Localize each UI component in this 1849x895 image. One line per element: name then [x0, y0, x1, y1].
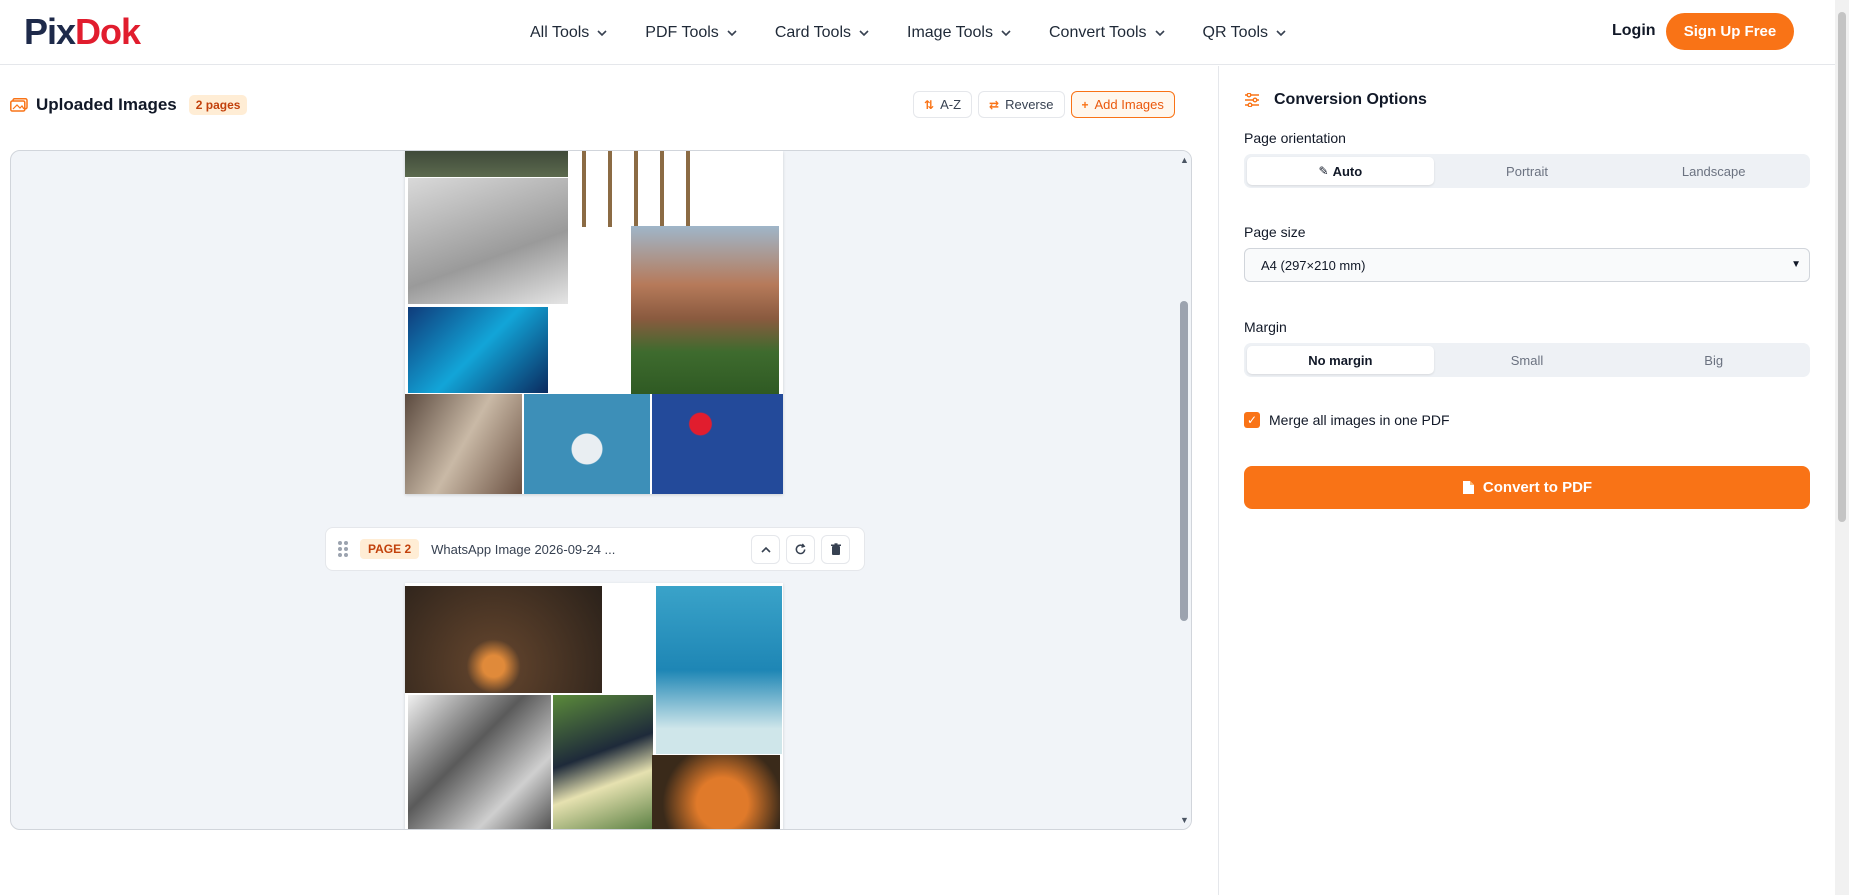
signup-button[interactable]: Sign Up Free: [1666, 13, 1794, 50]
sort-az-button[interactable]: ⇅ A-Z: [913, 91, 973, 118]
nav-card-tools[interactable]: Card Tools: [775, 24, 869, 42]
window-scrollbar[interactable]: [1835, 0, 1849, 895]
sort-icon: ⇅: [924, 97, 935, 112]
nav-label: Convert Tools: [1048, 23, 1147, 41]
logo[interactable]: Pix Dok: [24, 11, 141, 52]
photo-thumbnail: [408, 178, 568, 304]
nav-qr-tools[interactable]: QR Tools: [1203, 24, 1287, 42]
magic-wand-icon: ✎: [1318, 164, 1329, 178]
photo-thumbnail: [570, 151, 690, 227]
photo-thumbnail: [524, 394, 650, 494]
delete-button[interactable]: [821, 535, 850, 564]
images-toolbar: ⇅ A-Z ⇄ Reverse + Add Images: [913, 91, 1175, 118]
merge-option: ✓ Merge all images in one PDF: [1244, 412, 1450, 428]
rotate-button[interactable]: [786, 535, 815, 564]
page-1-sheet: [405, 151, 783, 494]
page-size-select[interactable]: A4 (297×210 mm) ▼: [1244, 248, 1810, 282]
page-orientation-label: Page orientation: [1244, 130, 1346, 146]
page-size-label: Page size: [1244, 224, 1306, 240]
chevron-down-icon: [859, 29, 869, 36]
pages-preview[interactable]: PAGE 2 WhatsApp Image 2026-09-24 ... ▲ ▼: [10, 150, 1192, 830]
page-2-header: PAGE 2 WhatsApp Image 2026-09-24 ...: [325, 527, 865, 571]
pages-count-badge: 2 pages: [188, 95, 248, 115]
page-number-tag: PAGE 2: [360, 539, 420, 559]
panel-title-text: Conversion Options: [1274, 91, 1427, 108]
chevron-down-icon: [597, 29, 607, 36]
rotate-icon: [795, 543, 806, 555]
top-header: Pix Dok All Tools PDF Tools Card Tools Im…: [0, 0, 1835, 65]
orientation-landscape[interactable]: Landscape: [1620, 157, 1807, 185]
add-images-button[interactable]: + Add Images: [1070, 91, 1175, 118]
preview-scrollbar[interactable]: ▲ ▼: [1177, 151, 1191, 829]
plus-icon: +: [1081, 97, 1089, 112]
chevron-down-icon: [1001, 29, 1011, 36]
orientation-segmented: ✎ Auto Portrait Landscape: [1244, 154, 1810, 188]
page-size-value: A4 (297×210 mm): [1261, 257, 1366, 273]
convert-label: Convert to PDF: [1482, 479, 1593, 496]
margin-label: Margin: [1244, 319, 1287, 335]
uploaded-images-title: Uploaded Images: [36, 95, 177, 114]
pdf-file-icon: [1462, 481, 1474, 494]
photo-thumbnail: [408, 695, 551, 829]
orientation-portrait[interactable]: Portrait: [1434, 157, 1621, 185]
photo-thumbnail: [405, 151, 568, 177]
convert-to-pdf-button[interactable]: Convert to PDF: [1244, 466, 1810, 509]
margin-none[interactable]: No margin: [1247, 346, 1434, 374]
photo-thumbnail: [652, 394, 783, 494]
images-icon: [10, 98, 28, 112]
window-scroll-thumb[interactable]: [1838, 12, 1846, 522]
nav-pdf-tools[interactable]: PDF Tools: [645, 24, 737, 42]
photo-thumbnail: [408, 307, 548, 393]
trash-icon: [830, 543, 841, 555]
reverse-label: Reverse: [1005, 97, 1054, 112]
option-label: Auto: [1332, 163, 1363, 179]
photo-thumbnail: [656, 586, 782, 754]
page-actions: [751, 535, 850, 564]
margin-small[interactable]: Small: [1434, 346, 1621, 374]
scroll-thumb[interactable]: [1180, 301, 1188, 621]
conversion-options-title: Conversion Options: [1244, 91, 1427, 109]
page-filename: WhatsApp Image 2026-09-24 ...: [431, 541, 616, 557]
chevron-down-icon: [727, 29, 737, 36]
chevron-down-icon: [1154, 29, 1165, 36]
reverse-button[interactable]: ⇄ Reverse: [978, 91, 1065, 118]
move-up-button[interactable]: [751, 535, 780, 564]
nav-label: Image Tools: [907, 23, 993, 41]
merge-checkbox[interactable]: ✓: [1244, 412, 1260, 428]
scroll-up-arrow-icon[interactable]: ▲: [1180, 155, 1189, 165]
nav-label: PDF Tools: [645, 23, 719, 41]
photo-thumbnail: [553, 695, 653, 829]
chevron-up-icon: [760, 546, 771, 553]
uploaded-images-header: Uploaded Images 2 pages: [10, 93, 248, 117]
photo-thumbnail: [405, 586, 602, 693]
logo-text-pix: Pix: [24, 11, 76, 52]
margin-big[interactable]: Big: [1620, 346, 1807, 374]
drag-handle-icon[interactable]: [338, 541, 348, 557]
merge-label: Merge all images in one PDF: [1269, 412, 1450, 428]
margin-segmented: No margin Small Big: [1244, 343, 1810, 377]
nav-all-tools[interactable]: All Tools: [530, 24, 607, 42]
orientation-auto[interactable]: ✎ Auto: [1247, 157, 1434, 185]
nav-label: QR Tools: [1202, 23, 1269, 41]
scroll-down-arrow-icon[interactable]: ▼: [1180, 815, 1189, 825]
nav-label: Card Tools: [774, 23, 851, 41]
photo-thumbnail: [405, 394, 522, 494]
page-2-sheet: [405, 583, 783, 829]
nav-label: All Tools: [530, 23, 590, 41]
logo-text-dok: Dok: [75, 11, 141, 52]
sort-label: A-Z: [940, 97, 962, 112]
login-link[interactable]: Login: [1612, 22, 1656, 40]
photo-thumbnail: [652, 755, 780, 829]
chevron-down-icon: [1276, 29, 1286, 36]
main-nav: All Tools PDF Tools Card Tools Image Too…: [530, 0, 1324, 65]
chevron-down-icon: ▼: [1791, 259, 1801, 270]
photo-thumbnail: [631, 226, 779, 394]
sliders-icon: [1245, 93, 1259, 107]
conversion-options-panel: Conversion Options Page orientation ✎ Aut…: [1218, 66, 1835, 895]
nav-image-tools[interactable]: Image Tools: [907, 24, 1011, 42]
reverse-icon: ⇄: [989, 97, 1000, 112]
add-images-label: Add Images: [1094, 97, 1164, 112]
nav-convert-tools[interactable]: Convert Tools: [1049, 24, 1165, 42]
